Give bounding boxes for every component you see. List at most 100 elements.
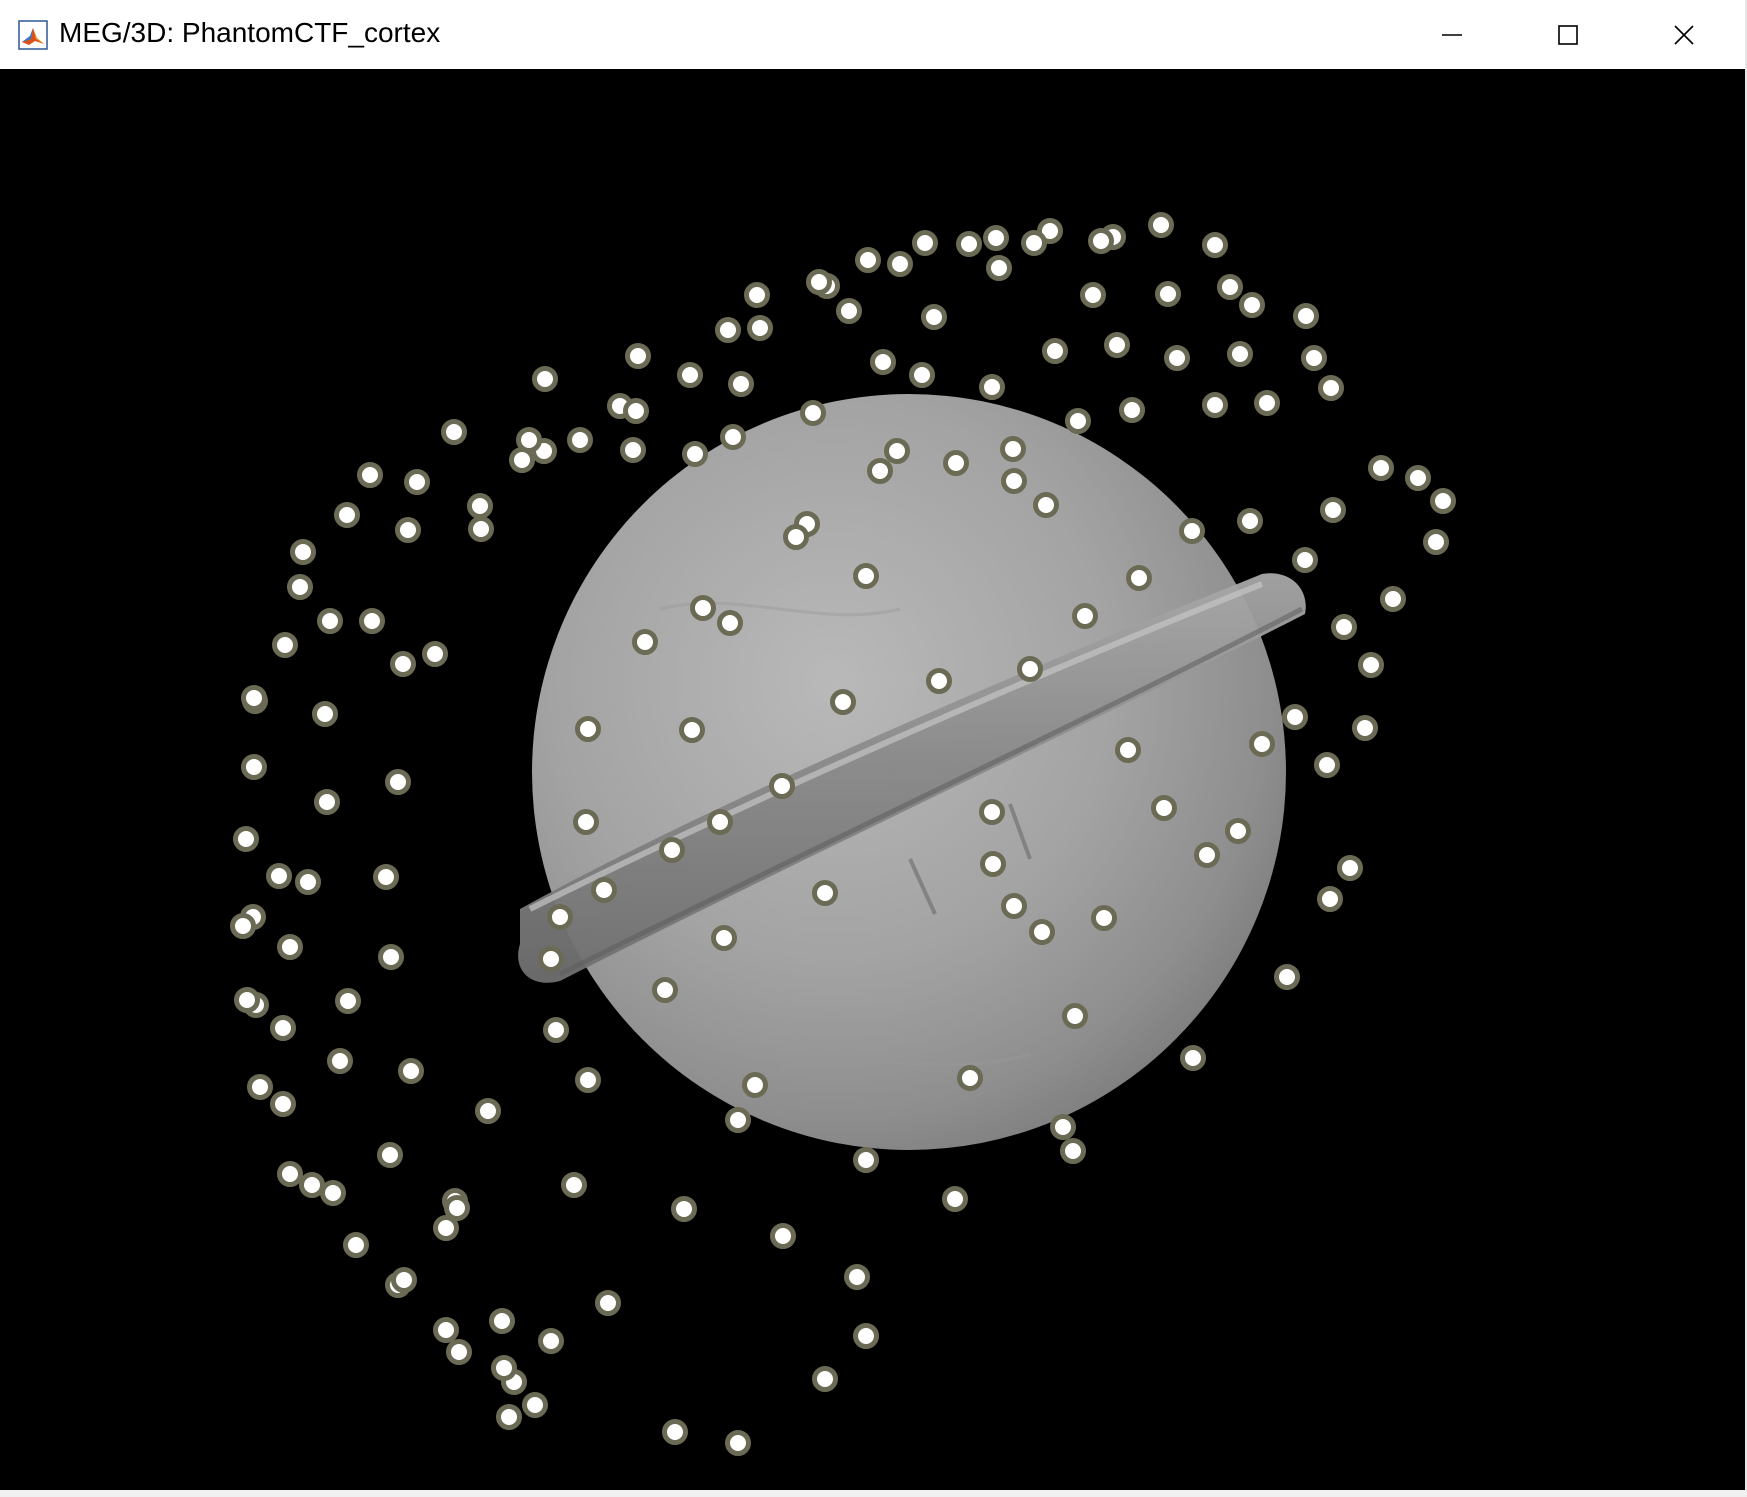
3d-viewport[interactable] [0,69,1745,1493]
sensor-marker [1115,737,1141,763]
sensor-marker [711,925,737,951]
sensor-marker [717,610,743,636]
sensor-marker [853,563,879,589]
sensor-marker [682,441,708,467]
sensor-marker [853,1323,879,1349]
sensor-marker [241,685,267,711]
maximize-button[interactable] [1510,0,1625,69]
sensor-marker [475,1098,501,1124]
sensor-marker [404,469,430,495]
sensor-marker [725,1107,751,1133]
sensor-marker [287,574,313,600]
sensor-marker [744,282,770,308]
sensor-marker [1430,488,1456,514]
sensor-marker [1358,652,1384,678]
sensor-marker [620,437,646,463]
sensor-marker [1282,704,1308,730]
sensor-marker [1331,614,1357,640]
sensor-marker [377,1142,403,1168]
window-title: MEG/3D: PhantomCTF_cortex [59,17,441,48]
sensor-marker [783,524,809,550]
sensor-marker [671,1196,697,1222]
minimize-button[interactable] [1394,0,1509,69]
sensor-marker [1119,397,1145,423]
sensor-marker [575,716,601,742]
sensor-marker [870,349,896,375]
sensor-marker [233,826,259,852]
sensor-marker [266,863,292,889]
sensor-marker [1017,656,1043,682]
sensor-marker [747,315,773,341]
sensor-marker [715,317,741,343]
sensor-marker [1000,436,1026,462]
sensor-marker [1380,586,1406,612]
sensor-marker [1148,212,1174,238]
sensor-marker [390,651,416,677]
sensor-marker [1179,518,1205,544]
sensor-marker [1029,919,1055,945]
sensor-marker [812,880,838,906]
sensor-marker [532,366,558,392]
sensor-marker [343,1232,369,1258]
sensor-marker [679,717,705,743]
matlab-icon [18,20,48,50]
sensor-marker [595,1290,621,1316]
status-strip [0,1490,1747,1497]
sensor-marker [398,1058,424,1084]
title-bar[interactable]: MEG/3D: PhantomCTF_cortex [0,0,1745,69]
sensor-marker [1080,282,1106,308]
sensor-marker [496,1404,522,1430]
3d-scene[interactable] [0,69,1745,1493]
sensor-marker [1352,715,1378,741]
sensor-marker [659,837,685,863]
sensor-marker [230,913,256,939]
sensor-marker [1088,228,1114,254]
sensor-marker [591,877,617,903]
sensor-marker [522,1392,548,1418]
sensor-marker [295,869,321,895]
sensor-marker [433,1317,459,1343]
sensor-marker [690,595,716,621]
sensor-marker [538,1328,564,1354]
sensor-marker [909,362,935,388]
sensor-marker [912,230,938,256]
close-button[interactable] [1626,0,1741,69]
sensor-marker [1227,341,1253,367]
sensor-marker [234,987,260,1013]
sensor-marker [652,977,678,1003]
sensor-marker [800,400,826,426]
sensor-marker [489,1308,515,1334]
sensor-marker [444,1195,470,1221]
sensor-marker [1033,492,1059,518]
sensor-marker [378,944,404,970]
sensor-marker [1249,731,1275,757]
sensor-marker [1091,905,1117,931]
sensor-marker [867,458,893,484]
sensor-marker [547,904,573,930]
sensor-marker [270,1091,296,1117]
sensor-marker [561,1172,587,1198]
sensor-marker [312,701,338,727]
maximize-icon [1557,24,1578,45]
sensor-marker [327,1048,353,1074]
sensor-marker [836,298,862,324]
sensor-marker [433,1215,459,1241]
minimize-icon [1441,33,1462,36]
sensor-marker [1254,390,1280,416]
sensor-marker [357,462,383,488]
sensor-marker [1104,332,1130,358]
sensor-marker [1060,1138,1086,1164]
sensor-marker [277,934,303,960]
sensor-marker [446,1339,472,1365]
sensor-marker [725,1430,751,1456]
sensor-marker [277,1161,303,1187]
sensor-marker [1217,274,1243,300]
sensor-marker [1202,232,1228,258]
phantom-surface [518,394,1306,1150]
sensor-marker [1405,465,1431,491]
sensor-marker [270,1015,296,1041]
sensor-marker [1180,1045,1206,1071]
sensor-marker [1368,455,1394,481]
sensor-marker [317,608,343,634]
sensor-marker [314,789,340,815]
